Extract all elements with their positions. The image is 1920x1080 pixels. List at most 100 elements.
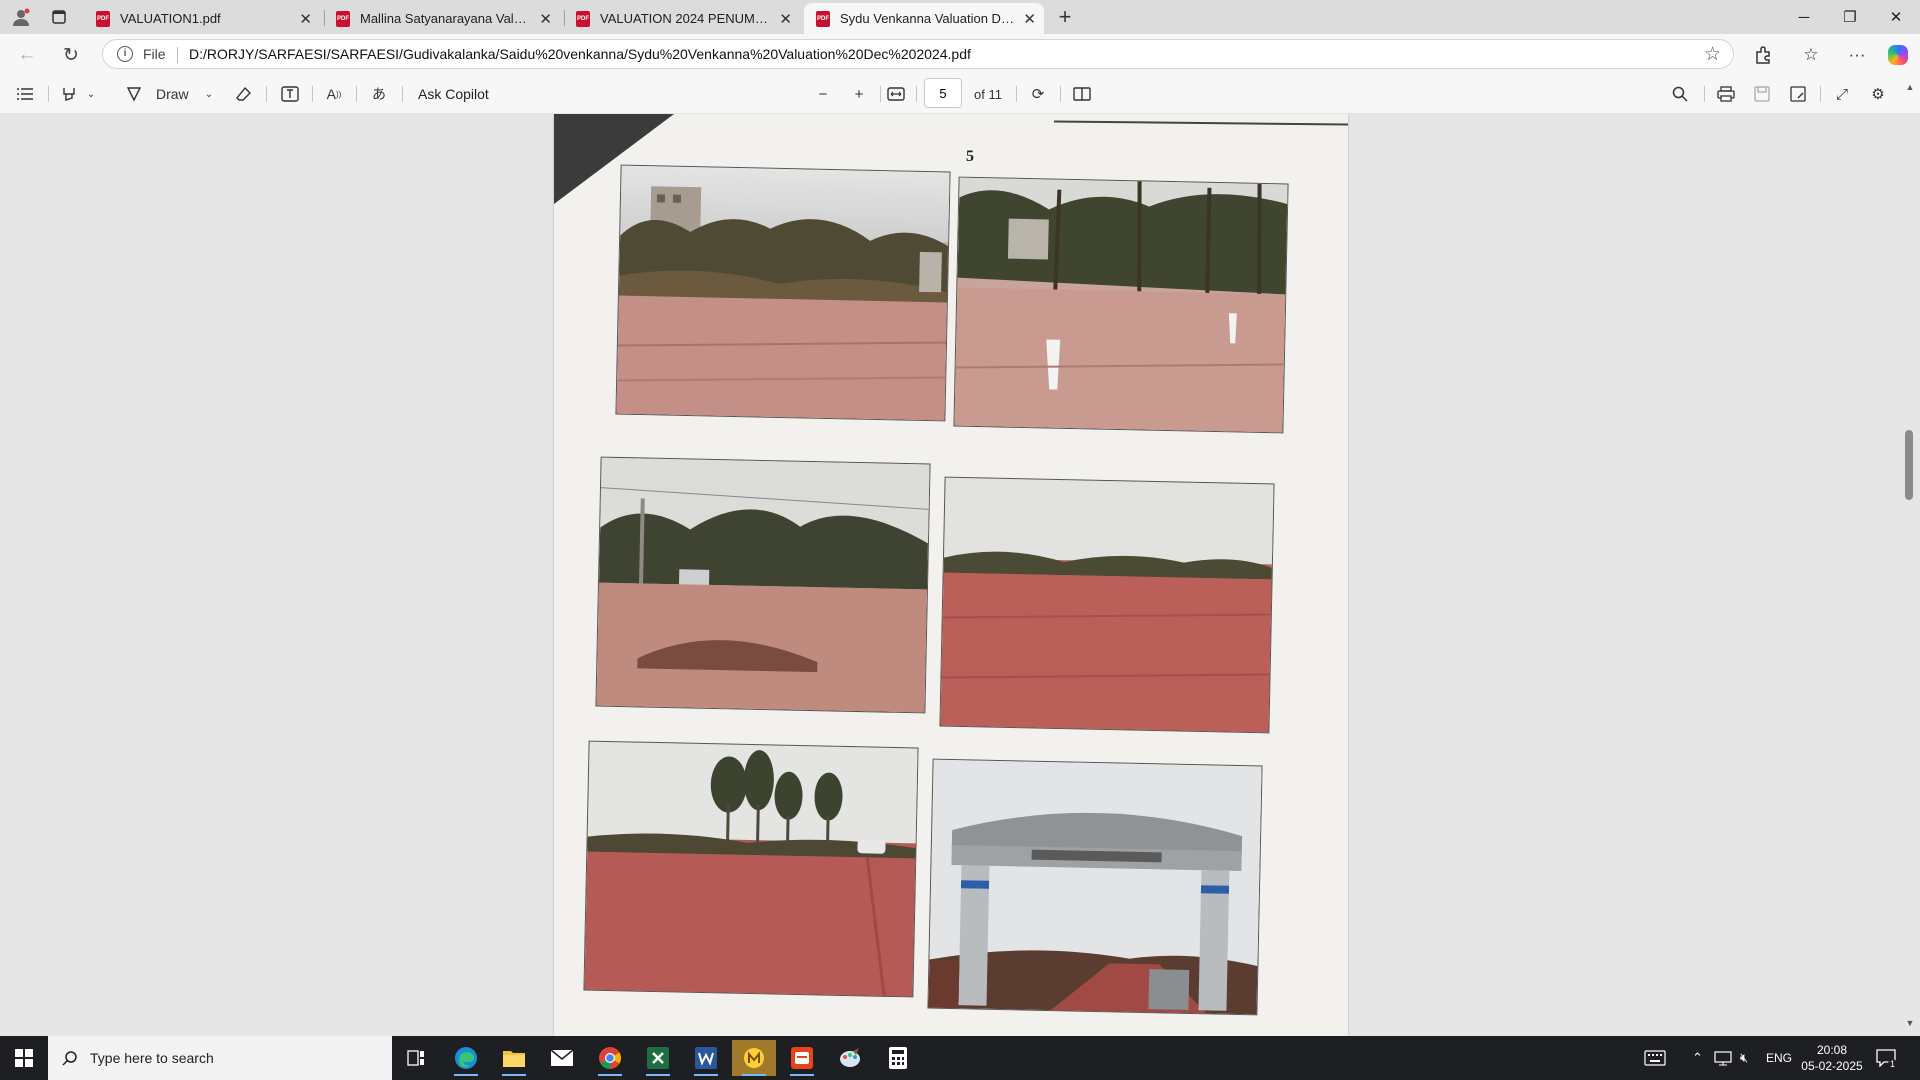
more-icon[interactable]: ··· <box>1844 42 1870 68</box>
windows-taskbar: Type here to search ⌃ 🔇︎ ENG 20:08 05-02… <box>0 1036 1920 1080</box>
start-button[interactable] <box>0 1036 48 1080</box>
vertical-scrollbar[interactable]: ▲ ▼ <box>1900 80 1920 1036</box>
chevron-up-icon[interactable]: ⌃ <box>1692 1036 1703 1080</box>
print-icon[interactable] <box>1714 82 1738 106</box>
tab-title: Mallina Satyanarayana Valution.pdf <box>360 11 533 26</box>
highlight-icon[interactable] <box>56 82 82 106</box>
tab-actions-icon[interactable] <box>48 6 70 28</box>
scrollbar-thumb[interactable] <box>1905 430 1913 500</box>
search-icon[interactable] <box>1668 82 1692 106</box>
address-divider <box>177 47 178 63</box>
network-icon[interactable] <box>1714 1036 1732 1080</box>
pdf-toolbar: ⌄ Draw ⌄ A)) あ Ask Copilot − + 5 of 11 ⟳… <box>0 74 1920 114</box>
translate-icon[interactable]: あ <box>366 82 392 106</box>
clock-time: 20:08 <box>1816 1043 1848 1057</box>
save-icon[interactable] <box>1750 82 1774 106</box>
tab-strip: PDF VALUATION1.pdf ✕ PDF Mallina Satyana… <box>0 0 1920 34</box>
read-aloud-icon[interactable]: A)) <box>322 82 346 106</box>
volume-muted-icon[interactable]: 🔇︎ <box>1740 1036 1748 1080</box>
task-view-icon[interactable] <box>394 1040 438 1076</box>
eraser-icon[interactable] <box>232 82 256 106</box>
mail-icon[interactable] <box>540 1040 584 1076</box>
toolbar-divider <box>880 86 881 102</box>
chevron-down-icon[interactable]: ⌄ <box>84 82 98 106</box>
url-text[interactable]: D:/RORJY/SARFAESI/SARFAESI/Gudivakalanka… <box>189 46 971 62</box>
toolbar-divider <box>48 86 49 102</box>
site-photo <box>595 456 931 714</box>
toolbar-divider <box>916 86 917 102</box>
toolbar-divider <box>1016 86 1017 102</box>
tab-title: VALUATION1.pdf <box>120 11 221 26</box>
excel-icon[interactable] <box>636 1040 680 1076</box>
save-as-icon[interactable] <box>1786 82 1810 106</box>
chrome-icon[interactable] <box>588 1040 632 1076</box>
pdf-icon: PDF <box>816 10 830 27</box>
page-number-text: 5 <box>966 148 974 165</box>
fit-page-icon[interactable] <box>884 82 908 106</box>
tab-mallina[interactable]: PDF Mallina Satyanarayana Valution.pdf ✕ <box>324 3 560 34</box>
page-edge-line <box>1053 114 1349 126</box>
chevron-down-icon[interactable]: ⌄ <box>202 82 216 106</box>
fullscreen-icon[interactable]: ⤢ <box>1830 82 1854 106</box>
address-bar[interactable]: i File D:/RORJY/SARFAESI/SARFAESI/Gudiva… <box>102 39 1734 69</box>
calculator-icon[interactable] <box>876 1040 920 1076</box>
site-photo <box>953 176 1289 434</box>
close-tab-icon[interactable]: ✕ <box>539 10 552 28</box>
scroll-up-icon[interactable]: ▲ <box>1904 82 1916 94</box>
draw-label[interactable]: Draw <box>156 82 189 106</box>
paint-icon[interactable] <box>828 1040 872 1076</box>
new-tab-button[interactable]: + <box>1052 4 1078 30</box>
file-explorer-icon[interactable] <box>492 1040 536 1076</box>
toolbar-divider <box>312 86 313 102</box>
tab-valuation1[interactable]: PDF VALUATION1.pdf ✕ <box>84 3 320 34</box>
scroll-down-icon[interactable]: ▼ <box>1904 1018 1916 1030</box>
edge-browser-icon[interactable] <box>444 1040 488 1076</box>
pdf-icon: PDF <box>96 10 110 27</box>
contents-icon[interactable] <box>12 82 38 106</box>
taskbar-search[interactable]: Type here to search <box>48 1036 392 1080</box>
close-window-button[interactable]: ✕ <box>1876 4 1916 30</box>
minimize-button[interactable]: ─ <box>1784 4 1824 30</box>
rotate-icon[interactable]: ⟳ <box>1026 82 1050 106</box>
close-tab-icon[interactable]: ✕ <box>299 10 312 28</box>
search-icon <box>62 1051 77 1066</box>
favorite-star-icon[interactable]: ☆ <box>1704 43 1721 66</box>
site-photo <box>927 758 1263 1016</box>
profile-icon[interactable] <box>10 6 32 28</box>
add-text-icon[interactable] <box>278 82 302 106</box>
refresh-icon[interactable]: ↻ <box>58 42 84 68</box>
notification-count: 1 <box>1888 1059 1898 1069</box>
pinned-app-icon[interactable] <box>732 1040 776 1076</box>
tab-sydu-venkanna[interactable]: PDF Sydu Venkanna Valuation Dec 2024.pdf… <box>804 3 1044 34</box>
pdf-reader-icon[interactable] <box>780 1040 824 1076</box>
notifications-icon[interactable]: 1 <box>1876 1036 1905 1080</box>
copilot-icon[interactable] <box>1888 45 1908 65</box>
clock[interactable]: 20:08 05-02-2025 <box>1800 1036 1864 1080</box>
language-indicator[interactable]: ENG <box>1766 1036 1792 1080</box>
keyboard-icon[interactable] <box>1644 1036 1666 1080</box>
pdf-viewer[interactable]: 5 <box>0 114 1920 1036</box>
ask-copilot-button[interactable]: Ask Copilot <box>418 82 489 106</box>
favorites-icon[interactable]: ☆ <box>1798 42 1824 68</box>
draw-icon[interactable] <box>124 82 144 106</box>
pdf-icon: PDF <box>576 10 590 27</box>
back-icon[interactable]: ← <box>14 42 40 68</box>
tab-penumatsa[interactable]: PDF VALUATION 2024 PENUMATSA VARMA.pdf ✕ <box>564 3 800 34</box>
close-tab-icon[interactable]: ✕ <box>779 10 792 28</box>
page-view-icon[interactable] <box>1070 82 1094 106</box>
toolbar-divider <box>356 86 357 102</box>
site-photo <box>615 164 951 422</box>
extensions-icon[interactable] <box>1750 42 1776 68</box>
info-icon[interactable]: i <box>117 46 133 62</box>
close-tab-icon[interactable]: ✕ <box>1023 10 1036 28</box>
scheme-label: File <box>143 46 166 62</box>
page-number-input[interactable]: 5 <box>924 78 962 108</box>
restore-button[interactable]: ❐ <box>1830 4 1870 30</box>
zoom-out-icon[interactable]: − <box>812 82 834 106</box>
site-photo <box>583 740 919 998</box>
zoom-in-icon[interactable]: + <box>848 82 870 106</box>
word-icon[interactable] <box>684 1040 728 1076</box>
settings-gear-icon[interactable]: ⚙ <box>1866 82 1890 106</box>
pdf-page: 5 <box>554 114 1349 1036</box>
toolbar-divider <box>1704 86 1705 102</box>
